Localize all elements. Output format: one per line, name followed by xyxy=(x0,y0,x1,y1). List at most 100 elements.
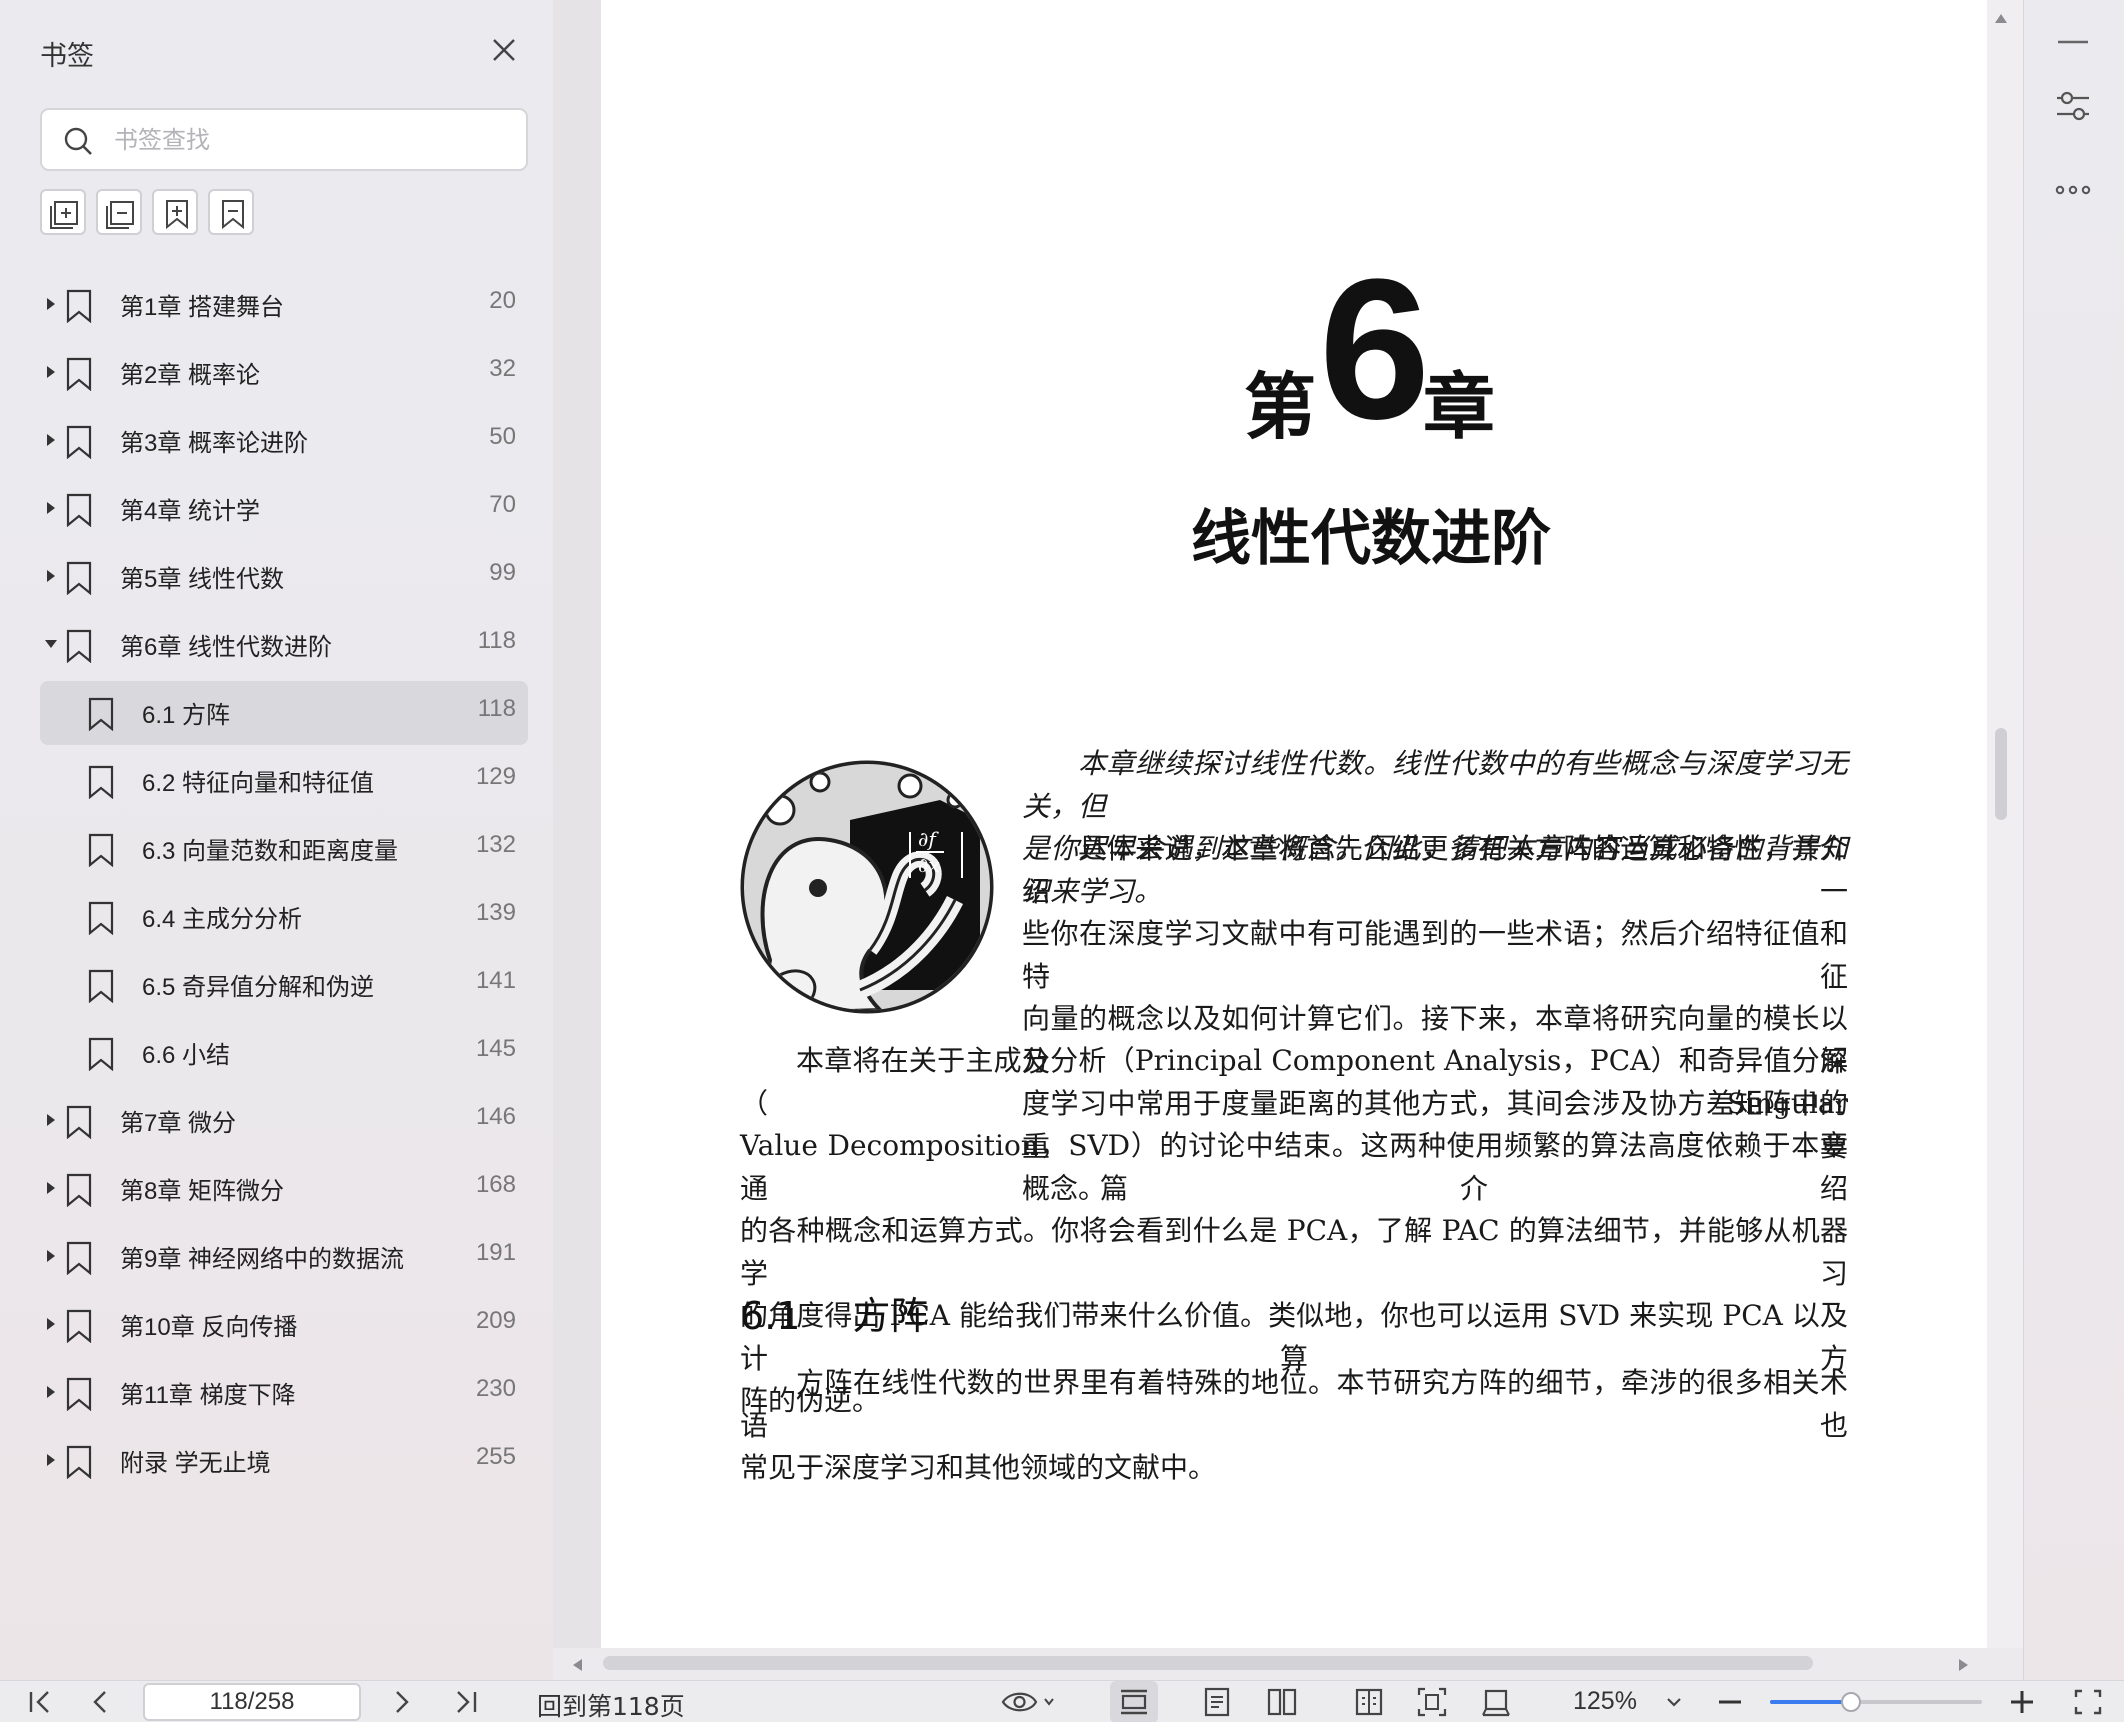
bookmark-flag-icon xyxy=(66,1377,92,1411)
collapsed-arrow-icon[interactable] xyxy=(44,1317,58,1331)
bookmark-label: 第6章 线性代数进阶 xyxy=(120,634,333,661)
two-page-icon[interactable] xyxy=(1266,1681,1298,1722)
bookmark-label: 第11章 梯度下降 xyxy=(120,1382,296,1409)
collapsed-arrow-icon[interactable] xyxy=(44,297,58,311)
bookmark-chapter[interactable]: 第11章 梯度下降 230 xyxy=(40,1361,528,1425)
zoom-out-icon[interactable] xyxy=(1716,1681,1744,1722)
bookmark-chapter[interactable]: 第4章 统计学 70 xyxy=(40,477,528,541)
collapsed-arrow-icon[interactable] xyxy=(44,1385,58,1399)
paragraph-line: Value Decomposition，SVD）的讨论中结束。这两种使用频繁的算… xyxy=(740,1129,1848,1205)
book-view-icon[interactable] xyxy=(1354,1681,1384,1722)
page-number-input[interactable]: 118/258 xyxy=(143,1683,361,1721)
single-page-icon[interactable] xyxy=(1202,1681,1232,1722)
bookmark-search-field[interactable] xyxy=(40,108,528,171)
bookmark-flag-icon xyxy=(66,357,92,391)
bookmark-label: 第9章 神经网络中的数据流 xyxy=(120,1246,405,1273)
horizontal-scrollbar[interactable] xyxy=(553,1648,2023,1680)
bookmark-page-number: 129 xyxy=(475,763,516,790)
collapsed-arrow-icon[interactable] xyxy=(44,1113,58,1127)
go-back-to-page-link[interactable]: 回到第118页 xyxy=(537,1687,685,1722)
bookmark-button[interactable] xyxy=(208,189,254,235)
vertical-scrollbar[interactable] xyxy=(1987,0,2023,1680)
collapsed-arrow-icon[interactable] xyxy=(44,1249,58,1263)
bookmark-chapter[interactable]: 第1章 搭建舞台 20 xyxy=(40,273,528,337)
bookmark-chapter[interactable]: 第5章 线性代数 99 xyxy=(40,545,528,609)
paragraph-line: 的各种概念和运算方式。你将会看到什么是 PCA，了解 PAC 的算法细节，并能够… xyxy=(740,1214,1848,1290)
fit-page-icon[interactable] xyxy=(1416,1681,1448,1722)
bookmark-section[interactable]: 6.5 奇异值分解和伪逆 141 xyxy=(40,953,528,1017)
zoom-dropdown-icon[interactable] xyxy=(1664,1681,1684,1722)
section-heading: 6.1 方阵 xyxy=(740,1285,929,1340)
intro-line: 本章继续探讨线性代数。线性代数中的有些概念与深度学习无关，但 xyxy=(1022,747,1848,823)
vertical-scroll-thumb[interactable] xyxy=(1995,728,2007,820)
scroll-up-icon[interactable] xyxy=(1994,12,2008,24)
fullscreen-icon[interactable] xyxy=(2072,1681,2104,1722)
chapter-number: 6 xyxy=(1319,238,1431,461)
collapsed-arrow-icon[interactable] xyxy=(44,501,58,515)
zoom-slider[interactable] xyxy=(1770,1692,1982,1712)
rotate-page-icon[interactable] xyxy=(1480,1681,1512,1722)
expanded-arrow-icon[interactable] xyxy=(44,637,58,651)
expand-all-button[interactable] xyxy=(40,189,86,235)
paragraph-line: 方阵在线性代数的世界里有着特殊的地位。本节研究方阵的细节，牵涉的很多相关术语也 xyxy=(740,1366,1848,1442)
settings-sliders-icon[interactable] xyxy=(2054,88,2092,124)
bookmark-label: 6.2 特征向量和特征值 xyxy=(142,770,375,797)
collapsed-arrow-icon[interactable] xyxy=(44,1453,58,1467)
zoom-slider-knob[interactable] xyxy=(1840,1692,1861,1712)
last-page-icon[interactable] xyxy=(452,1681,480,1722)
bookmark-search-input[interactable] xyxy=(114,120,514,160)
zoom-level[interactable]: 125% xyxy=(1573,1687,1637,1716)
view-mode-eye-icon[interactable] xyxy=(1000,1681,1058,1722)
bookmark-chapter[interactable]: 第9章 神经网络中的数据流 191 xyxy=(40,1225,528,1289)
next-page-icon[interactable] xyxy=(390,1681,414,1722)
bookmark-page-number: 50 xyxy=(489,423,516,450)
close-icon[interactable] xyxy=(488,34,520,66)
bookmark-page-number: 118 xyxy=(477,627,516,654)
bookmark-chapter[interactable]: 第7章 微分 146 xyxy=(40,1089,528,1153)
more-options-icon[interactable] xyxy=(2054,180,2092,200)
scroll-left-icon[interactable] xyxy=(571,1658,583,1672)
bookmark-label: 6.5 奇异值分解和伪逆 xyxy=(142,974,375,1001)
bookmark-section[interactable]: 6.3 向量范数和距离度量 132 xyxy=(40,817,528,881)
bookmark-chapter[interactable]: 附录 学无止境 255 xyxy=(40,1429,528,1493)
add-bookmark-button[interactable] xyxy=(152,189,198,235)
fit-width-icon[interactable] xyxy=(1118,1681,1150,1722)
zoom-in-icon[interactable] xyxy=(2008,1681,2036,1722)
bookmark-page-number: 139 xyxy=(475,899,516,926)
collapsed-arrow-icon[interactable] xyxy=(44,1181,58,1195)
bookmark-section[interactable]: 6.6 小结 145 xyxy=(40,1021,528,1085)
bookmark-page-number: 255 xyxy=(475,1443,516,1470)
bookmark-chapter[interactable]: 第2章 概率论 32 xyxy=(40,341,528,405)
horizontal-scroll-thumb[interactable] xyxy=(603,1656,1813,1670)
bookmark-label: 第5章 线性代数 xyxy=(120,566,285,593)
bookmark-section[interactable]: 6.1 方阵 118 xyxy=(40,681,528,745)
bookmark-page-number: 209 xyxy=(475,1307,516,1334)
bookmark-flag-icon xyxy=(66,629,92,663)
bookmark-flag-icon xyxy=(66,289,92,323)
section-number: 6.1 xyxy=(740,1294,801,1338)
collapsed-arrow-icon[interactable] xyxy=(44,569,58,583)
expand-all-icon xyxy=(50,201,78,229)
bookmark-label: 附录 学无止境 xyxy=(120,1450,271,1477)
bookmark-chapter[interactable]: 第8章 矩阵微分 168 xyxy=(40,1157,528,1221)
bookmark-chapter[interactable]: 第6章 线性代数进阶 118 xyxy=(40,613,528,677)
bookmark-chapter[interactable]: 第3章 概率论进阶 50 xyxy=(40,409,528,473)
bookmark-flag-icon xyxy=(88,697,114,731)
collapsed-arrow-icon[interactable] xyxy=(44,365,58,379)
collapse-all-button[interactable] xyxy=(96,189,142,235)
bookmark-page-number: 168 xyxy=(475,1171,516,1198)
bookmark-section[interactable]: 6.2 特征向量和特征值 129 xyxy=(40,749,528,813)
add-bookmark-icon xyxy=(166,200,188,230)
bookmark-chapter[interactable]: 第10章 反向传播 209 xyxy=(40,1293,528,1357)
minimize-icon[interactable] xyxy=(2056,30,2090,50)
previous-page-icon[interactable] xyxy=(88,1681,112,1722)
paragraph-line: 具体来说，本章将首先介绍更多有关方阵的运算和特性，并介绍一 xyxy=(1022,832,1848,908)
first-page-icon[interactable] xyxy=(26,1681,54,1722)
bookmark-page-number: 99 xyxy=(489,559,516,586)
bookmark-label: 6.6 小结 xyxy=(142,1042,231,1069)
scroll-right-icon[interactable] xyxy=(1958,1658,1970,1672)
bookmark-section[interactable]: 6.4 主成分分析 139 xyxy=(40,885,528,949)
bookmark-flag-icon xyxy=(66,561,92,595)
paragraph-line: 常见于深度学习和其他领域的文献中。 xyxy=(740,1451,1217,1484)
collapsed-arrow-icon[interactable] xyxy=(44,433,58,447)
